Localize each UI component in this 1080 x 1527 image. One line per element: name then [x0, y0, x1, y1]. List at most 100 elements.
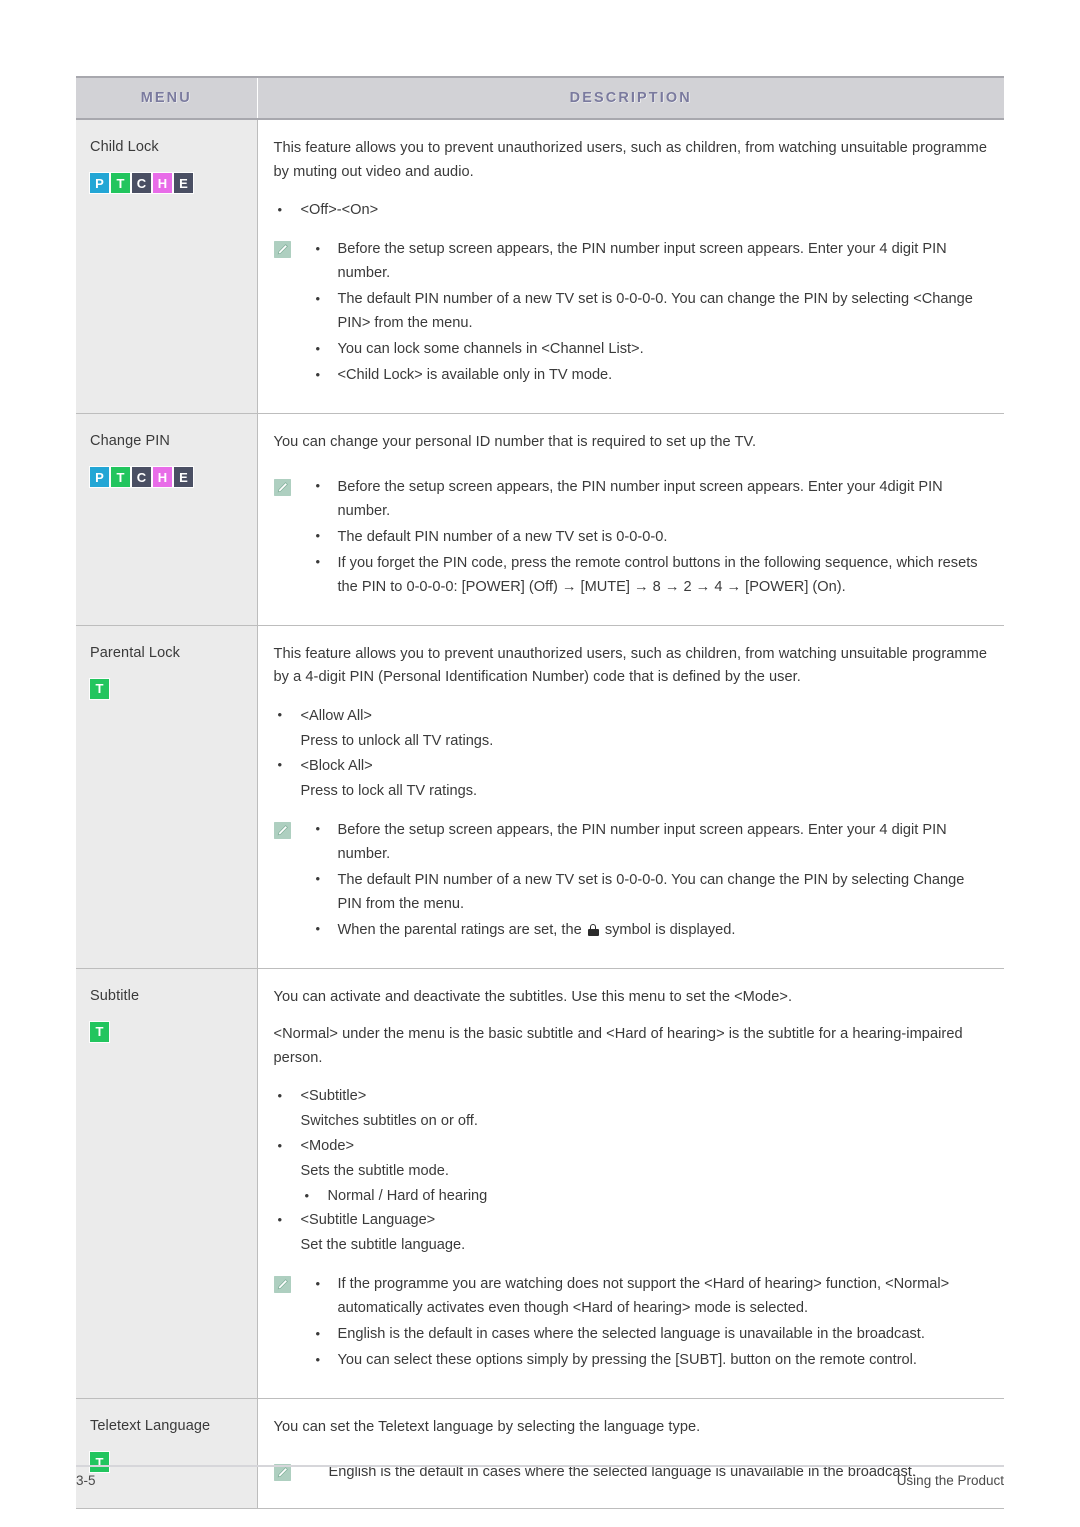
note-body: Before the setup screen appears, the PIN…	[291, 817, 991, 944]
note-list: Before the setup screen appears, the PIN…	[311, 817, 991, 942]
tag-badge-p: P	[90, 173, 109, 193]
menu-cell-parental-lock: Parental Lock T	[76, 625, 258, 969]
table-row: Subtitle T You can activate and deactiva…	[76, 968, 1004, 1399]
note-block: Before the setup screen appears, the PIN…	[273, 817, 991, 944]
table-row: Teletext Language T You can set the Tele…	[76, 1398, 1004, 1509]
column-header-menu: MENU	[76, 76, 258, 120]
list-item-detail: Set the subtitle language.	[300, 1237, 466, 1253]
list-item: <Mode>	[274, 1134, 991, 1158]
tag-badge-group: T	[90, 1452, 257, 1472]
tag-badge-group: P T C H E	[90, 173, 257, 193]
list-item: The default PIN number of a new TV set i…	[311, 524, 991, 549]
tag-badge-e: E	[174, 173, 193, 193]
menu-cell-teletext-language: Teletext Language T	[76, 1398, 258, 1509]
note-block: Before the setup screen appears, the PIN…	[273, 474, 991, 601]
option-list: <Allow All> Press to unlock all TV ratin…	[274, 703, 991, 803]
description-cell-change-pin: You can change your personal ID number t…	[257, 413, 1004, 626]
note-list: If the programme you are watching does n…	[311, 1272, 991, 1372]
menu-title: Child Lock	[90, 139, 159, 155]
menu-cell-change-pin: Change PIN P T C H E	[76, 413, 258, 626]
note-block: If the programme you are watching does n…	[273, 1272, 991, 1374]
description-cell-child-lock: This feature allows you to prevent unaut…	[257, 119, 1004, 414]
menu-title: Subtitle	[90, 987, 140, 1004]
description-intro: You can set the Teletext language by sel…	[273, 1419, 701, 1435]
note-body: Before the setup screen appears, the PIN…	[291, 474, 991, 601]
tag-badge-t: T	[90, 1021, 109, 1042]
note-list: Before the setup screen appears, the PIN…	[311, 474, 991, 599]
description-intro-secondary: <Normal> under the menu is the basic sub…	[273, 1026, 963, 1066]
note-pencil-icon	[273, 821, 291, 839]
description-intro: You can activate and deactivate the subt…	[273, 988, 793, 1005]
list-item: <Subtitle>	[274, 1084, 991, 1108]
list-item-detail: Sets the subtitle mode.	[300, 1163, 449, 1179]
tag-badge-t: T	[90, 1452, 109, 1472]
description-cell-parental-lock: This feature allows you to prevent unaut…	[257, 625, 1004, 969]
menu-title: Parental Lock	[90, 644, 180, 661]
tag-badge-group: T	[90, 1021, 257, 1042]
list-item: The default PIN number of a new TV set i…	[311, 867, 991, 916]
footer-divider	[76, 1465, 1004, 1467]
list-item: <Off>-<On>	[274, 198, 991, 222]
option-list: <Off>-<On>	[274, 198, 991, 222]
note-body: If the programme you are watching does n…	[291, 1272, 991, 1374]
option-list: <Subtitle> Switches subtitles on or off.…	[274, 1084, 991, 1183]
tag-badge-h: H	[153, 173, 172, 193]
table-body: Child Lock P T C H E This feature allows…	[76, 119, 1004, 1509]
list-item: You can select these options simply by p…	[311, 1348, 991, 1372]
list-item: The default PIN number of a new TV set i…	[311, 287, 991, 335]
list-item: <Child Lock> is available only in TV mod…	[311, 363, 991, 387]
list-item-detail: Press to unlock all TV ratings.	[300, 732, 494, 749]
note-body: Before the setup screen appears, the PIN…	[291, 237, 991, 389]
description-intro: You can change your personal ID number t…	[273, 434, 757, 450]
column-header-description: DESCRIPTION	[257, 76, 1004, 120]
table-row: Child Lock P T C H E This feature allows…	[76, 119, 1004, 414]
note-list: Before the setup screen appears, the PIN…	[311, 237, 991, 387]
description-cell-teletext-language: You can set the Teletext language by sel…	[257, 1398, 1004, 1509]
tag-badge-group: P T C H E	[90, 467, 257, 487]
lock-item-text-before: When the parental ratings are set, the	[337, 921, 582, 938]
padlock-icon	[587, 923, 599, 936]
tag-badge-group: T	[90, 678, 257, 699]
list-item-detail: Press to lock all TV ratings.	[300, 782, 478, 799]
list-item: Normal / Hard of hearing	[301, 1184, 991, 1208]
list-item: <Subtitle Language>	[274, 1208, 991, 1232]
page-footer: 3-5 Using the Product	[76, 1473, 1004, 1488]
list-item: Before the setup screen appears, the PIN…	[311, 237, 991, 285]
tag-badge-t: T	[111, 467, 130, 487]
footer-section-title: Using the Product	[896, 1473, 1004, 1488]
list-item: If you forget the PIN code, press the re…	[311, 550, 991, 599]
tag-badge-t: T	[111, 173, 130, 193]
note-pencil-icon	[273, 1276, 291, 1293]
list-item: <Allow All>	[274, 703, 991, 728]
menu-title: Teletext Language	[90, 1418, 211, 1434]
tag-badge-p: P	[90, 467, 109, 487]
table-header: MENU DESCRIPTION	[76, 76, 1004, 120]
table-header-row: MENU DESCRIPTION	[76, 76, 1004, 120]
footer-page-number: 3-5	[76, 1473, 96, 1488]
column-header-menu-label: MENU	[140, 90, 192, 106]
list-item: <Block All>	[274, 753, 991, 778]
list-item: If the programme you are watching does n…	[311, 1272, 991, 1320]
table-row: Change PIN P T C H E You can change your…	[76, 413, 1004, 626]
menu-cell-subtitle: Subtitle T	[76, 968, 258, 1399]
option-list-continued: <Subtitle Language> Set the subtitle lan…	[274, 1208, 991, 1257]
list-item: Before the setup screen appears, the PIN…	[311, 817, 991, 866]
menu-title: Change PIN	[90, 433, 170, 449]
list-item: You can lock some channels in <Channel L…	[311, 337, 991, 361]
list-item: Before the setup screen appears, the PIN…	[311, 474, 991, 523]
list-item: English is the default in cases where th…	[311, 1322, 991, 1346]
column-header-description-label: DESCRIPTION	[569, 90, 692, 106]
tag-badge-c: C	[132, 467, 151, 487]
list-item-with-lock: When the parental ratings are set, the s…	[311, 917, 991, 942]
tag-badge-e: E	[174, 467, 193, 487]
tag-badge-h: H	[153, 467, 172, 487]
option-sublist: Normal / Hard of hearing	[274, 1184, 991, 1208]
